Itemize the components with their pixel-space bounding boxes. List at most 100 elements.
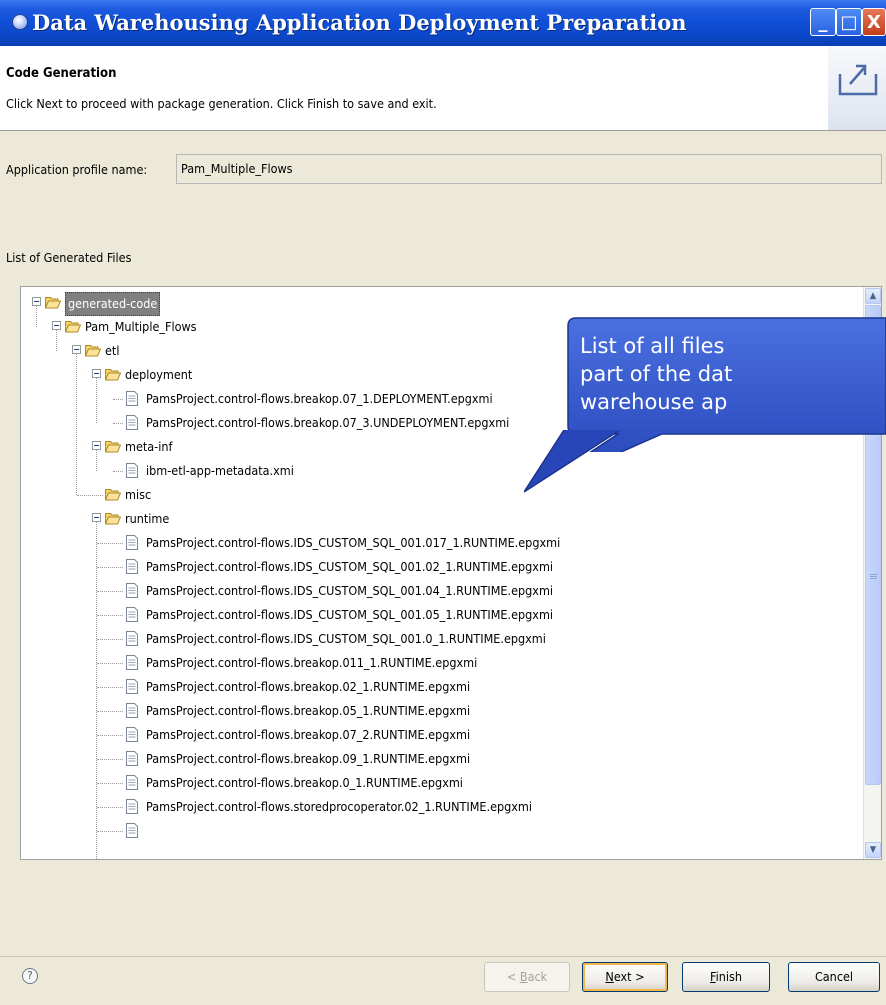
- tree-node-label: PamsProject.control-flows.IDS_CUSTOM_SQL…: [146, 559, 554, 574]
- open-folder-icon: [105, 369, 121, 381]
- tree-node-label: Pam_Multiple_Flows: [85, 319, 197, 334]
- export-icon: [828, 46, 886, 130]
- tree-node-file[interactable]: PamsProject.control-flows.IDS_CUSTOM_SQL…: [21, 531, 863, 555]
- tree-node-label: PamsProject.control-flows.IDS_CUSTOM_SQL…: [146, 535, 561, 550]
- tree-node-file[interactable]: PamsProject.control-flows.breakop.0_1.RU…: [21, 771, 863, 795]
- file-icon: [126, 631, 138, 646]
- back-button[interactable]: < Back: [484, 962, 570, 992]
- tree-node-label: PamsProject.control-flows.IDS_CUSTOM_SQL…: [146, 607, 554, 622]
- finish-label: inish: [715, 969, 742, 984]
- tree-connector: [97, 783, 123, 784]
- profile-name-label: Application profile name:: [6, 162, 148, 177]
- title-bar[interactable]: Data Warehousing Application Deployment …: [0, 0, 886, 46]
- tree-node-file[interactable]: PamsProject.control-flows.breakop.05_1.R…: [21, 699, 863, 723]
- next-mnemonic: N: [605, 969, 614, 984]
- wizard-banner: Code Generation Click Next to proceed wi…: [0, 46, 886, 131]
- open-folder-icon: [105, 441, 121, 453]
- tree-connector: [97, 591, 123, 592]
- file-icon: [126, 823, 138, 838]
- tree-node-label: PamsProject.control-flows.breakop.07_1.D…: [146, 391, 493, 406]
- tree-node-label: deployment: [125, 367, 193, 382]
- back-mnemonic: B: [519, 969, 528, 984]
- tree-node-file[interactable]: PamsProject.control-flows.IDS_CUSTOM_SQL…: [21, 603, 863, 627]
- app-icon: [12, 14, 28, 30]
- tree-node-file[interactable]: PamsProject.control-flows.breakop.02_1.R…: [21, 675, 863, 699]
- file-icon: [126, 727, 138, 742]
- tree-node-label: PamsProject.control-flows.IDS_CUSTOM_SQL…: [146, 631, 546, 646]
- collapse-toggle-icon[interactable]: [52, 321, 61, 330]
- tree-node-file[interactable]: ibm-etl-app-metadata.xmi: [21, 459, 863, 483]
- tree-node-label: PamsProject.control-flows.storedprocoper…: [146, 799, 533, 814]
- tree-node-label: PamsProject.control-flows.breakop.07_3.U…: [146, 415, 510, 430]
- tree-node-file[interactable]: PamsProject.control-flows.storedprocoper…: [21, 795, 863, 819]
- file-icon: [126, 751, 138, 766]
- tree-node-generated-code[interactable]: generated-code: [21, 291, 863, 316]
- tree-node-file-partial[interactable]: [21, 819, 863, 843]
- file-icon: [126, 799, 138, 814]
- close-button[interactable]: X: [862, 8, 886, 36]
- page-title: Code Generation: [6, 66, 117, 81]
- collapse-toggle-icon[interactable]: [92, 441, 101, 450]
- maximize-button[interactable]: □: [836, 8, 862, 36]
- open-folder-icon: [105, 489, 121, 501]
- tree-node-label: generated-code: [65, 292, 161, 316]
- tree-connector: [97, 639, 123, 640]
- file-icon: [126, 463, 138, 478]
- next-label: ext >: [613, 969, 645, 984]
- collapse-toggle-icon[interactable]: [72, 345, 81, 354]
- file-icon: [126, 775, 138, 790]
- file-icon: [126, 559, 138, 574]
- minimize-button[interactable]: _: [810, 8, 836, 36]
- scroll-up-arrow-icon[interactable]: ▲: [865, 288, 881, 304]
- tree-connector: [97, 735, 123, 736]
- tree-node-label: etl: [105, 343, 120, 358]
- tree-connector: [97, 543, 123, 544]
- collapse-toggle-icon[interactable]: [32, 297, 41, 306]
- tree-connector: [97, 615, 123, 616]
- file-icon: [126, 703, 138, 718]
- tree-node-label: ibm-etl-app-metadata.xmi: [146, 463, 294, 478]
- tree-connector: [97, 687, 123, 688]
- tree-node-label: runtime: [125, 511, 170, 526]
- open-folder-icon: [85, 345, 101, 357]
- scroll-down-arrow-icon[interactable]: ▼: [865, 842, 881, 858]
- file-icon: [126, 415, 138, 430]
- footer-separator: [0, 956, 886, 957]
- tree-node-label: PamsProject.control-flows.breakop.09_1.R…: [146, 751, 471, 766]
- file-icon: [126, 655, 138, 670]
- tree-node-label: PamsProject.control-flows.breakop.011_1.…: [146, 655, 478, 670]
- tree-connector: [97, 663, 123, 664]
- tree-node-label: PamsProject.control-flows.breakop.07_2.R…: [146, 727, 471, 742]
- tree-node-file[interactable]: PamsProject.control-flows.breakop.07_2.R…: [21, 723, 863, 747]
- tree-node-file[interactable]: PamsProject.control-flows.breakop.09_1.R…: [21, 747, 863, 771]
- callout-line: part of the dat: [580, 362, 733, 386]
- tree-node-file[interactable]: PamsProject.control-flows.breakop.011_1.…: [21, 651, 863, 675]
- help-icon[interactable]: ?: [22, 968, 38, 984]
- callout-pointer: [524, 430, 622, 493]
- profile-name-field[interactable]: Pam_Multiple_Flows: [176, 154, 882, 184]
- cancel-button[interactable]: Cancel: [788, 962, 880, 992]
- dialog-window: Data Warehousing Application Deployment …: [0, 0, 886, 1005]
- finish-button[interactable]: Finish: [682, 962, 770, 992]
- tree-connector: [97, 831, 123, 832]
- next-button[interactable]: Next >: [582, 962, 668, 992]
- tree-connector: [77, 495, 103, 496]
- tree-node-label: PamsProject.control-flows.breakop.05_1.R…: [146, 703, 471, 718]
- tree-node-file[interactable]: PamsProject.control-flows.IDS_CUSTOM_SQL…: [21, 579, 863, 603]
- collapse-toggle-icon[interactable]: [92, 513, 101, 522]
- tree-node-file[interactable]: PamsProject.control-flows.IDS_CUSTOM_SQL…: [21, 627, 863, 651]
- tree-connector: [97, 567, 123, 568]
- tree-connector: [97, 759, 123, 760]
- page-description: Click Next to proceed with package gener…: [6, 96, 437, 111]
- tree-node-misc[interactable]: misc: [21, 483, 863, 507]
- open-folder-icon: [65, 321, 81, 333]
- tree-node-runtime[interactable]: runtime: [21, 507, 863, 531]
- tree-node-file[interactable]: PamsProject.control-flows.IDS_CUSTOM_SQL…: [21, 555, 863, 579]
- scrollbar-grip-icon: [870, 574, 877, 575]
- tree-node-label: PamsProject.control-flows.breakop.0_1.RU…: [146, 775, 463, 790]
- file-icon: [126, 391, 138, 406]
- back-prefix: <: [506, 969, 520, 984]
- tree-connector: [97, 807, 123, 808]
- collapse-toggle-icon[interactable]: [92, 369, 101, 378]
- open-folder-icon: [105, 513, 121, 525]
